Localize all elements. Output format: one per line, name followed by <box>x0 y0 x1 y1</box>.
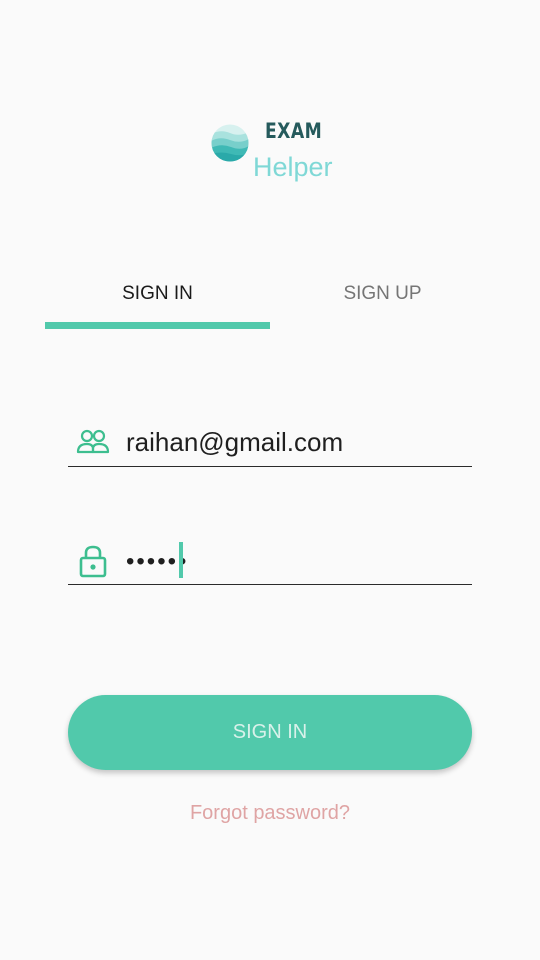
lock-icon <box>79 545 107 578</box>
logo-title: EXAM <box>265 119 323 143</box>
app-logo: EXAM Helper <box>211 118 341 188</box>
logo-subtitle: Helper <box>253 152 333 182</box>
active-tab-indicator <box>45 322 270 329</box>
password-field[interactable]: •••••• <box>68 534 472 585</box>
auth-tabs: SIGN IN SIGN UP <box>45 270 495 330</box>
text-cursor <box>179 542 183 578</box>
email-value[interactable]: raihan@gmail.com <box>126 424 343 460</box>
email-field[interactable]: raihan@gmail.com <box>68 416 472 467</box>
users-icon <box>76 429 110 454</box>
forgot-password-link[interactable]: Forgot password? <box>0 802 540 825</box>
tab-sign-up[interactable]: SIGN UP <box>270 270 495 318</box>
sign-in-button[interactable]: SIGN IN <box>68 695 472 770</box>
tab-sign-in[interactable]: SIGN IN <box>45 270 270 318</box>
logo-waves-icon <box>211 124 249 162</box>
